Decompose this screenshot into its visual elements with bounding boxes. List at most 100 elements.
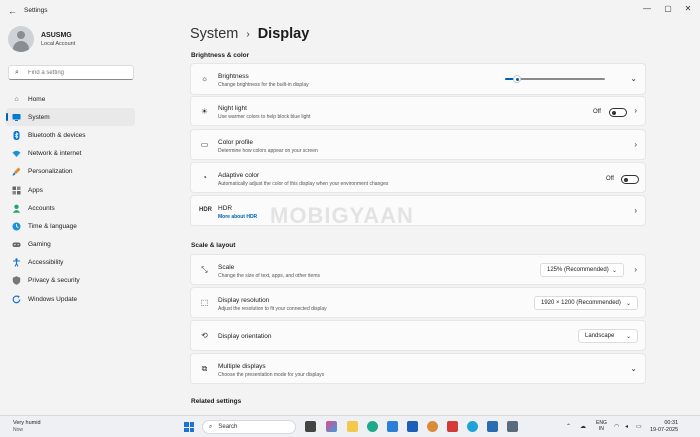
home-icon: ⌂ [14,95,19,103]
night-light-desc: Use warmer colors to help block blue lig… [218,114,311,120]
chevron-right-icon: › [246,28,250,40]
sidebar-item-home[interactable]: ⌂ Home [6,90,135,108]
sidebar-item-system[interactable]: System [6,108,135,127]
more-about-hdr-link[interactable]: More about HDR [218,214,257,220]
mcafee-icon[interactable] [447,421,458,432]
app-icon[interactable] [427,421,438,432]
settings-gear-icon[interactable] [507,421,518,432]
adaptive-color-toggle[interactable] [621,175,639,184]
sidebar-item-personalization[interactable]: Personalization [6,163,135,181]
sidebar-item-label: Network & internet [28,150,82,158]
orientation-icon: ⟲ [201,331,208,340]
file-explorer-icon[interactable] [347,421,358,432]
hdr-icon: HDR [199,207,212,213]
task-view-icon[interactable] [305,421,316,432]
weather-subtitle: Now [13,427,24,433]
taskbar-search-label: Search [218,424,238,430]
edge-icon[interactable] [367,421,378,432]
night-light-state: Off [593,109,601,115]
title-bar: ← Settings — ▢ ✕ [0,0,700,22]
orientation-dropdown[interactable]: Landscape ⌄ [578,329,638,343]
brightness-slider-thumb[interactable] [513,75,521,83]
brightness-slider[interactable] [505,75,605,83]
weather-widget[interactable]: Very humid Now [13,420,41,433]
chevron-down-icon[interactable]: ⌄ [630,364,637,373]
sidebar-item-network[interactable]: Network & internet [6,145,135,163]
sidebar-item-privacy-security[interactable]: Privacy & security [6,272,135,290]
sidebar-item-label: Accounts [28,204,55,212]
breadcrumb-system[interactable]: System [190,26,238,42]
wifi-icon[interactable]: ◠ [614,423,619,430]
scale-card[interactable]: ⤡ Scale Change the size of text, apps, a… [190,254,646,285]
resolution-dropdown[interactable]: 1920 × 1200 (Recommended) ⌄ [534,296,638,310]
multiple-displays-card[interactable]: ⧉ Multiple displays Choose the presentat… [190,353,646,384]
chevron-right-icon[interactable]: › [634,140,637,149]
resolution-icon: ⬚ [200,298,209,307]
display-orientation-title: Display orientation [218,333,272,340]
night-light-card[interactable]: ☀ Night light Use warmer colors to help … [190,96,646,126]
night-light-toggle[interactable] [609,108,627,117]
start-button[interactable] [184,422,194,432]
windows-logo-icon [184,422,189,427]
chevron-down-icon[interactable]: ⌄ [630,74,637,83]
sidebar-item-apps[interactable]: Apps [6,181,135,199]
display-orientation-card[interactable]: ⟲ Display orientation Landscape ⌄ [190,320,646,351]
shield-icon [12,276,21,286]
sun-icon: ☼ [200,74,209,83]
cloud-icon[interactable]: ☁ [580,423,586,430]
color-profile-card[interactable]: ▭ Color profile Determine how colors app… [190,129,646,160]
profile[interactable]: ASUSMG Local Account [8,26,75,52]
sidebar-item-time-language[interactable]: Time & language [6,217,135,235]
sidebar-item-windows-update[interactable]: Windows Update [6,290,135,308]
volume-icon[interactable]: ◂ [625,423,628,430]
app-icon[interactable] [487,421,498,432]
adaptive-color-icon: ◔ [202,173,207,182]
search-icon: ⌕ [209,423,213,430]
chevron-right-icon[interactable]: › [634,206,637,215]
bluetooth-icon [12,130,21,140]
multiple-displays-desc: Choose the presentation mode for your di… [218,372,325,378]
maximize-icon[interactable]: ▢ [661,4,675,13]
minimize-icon[interactable]: — [640,4,654,13]
scale-dropdown[interactable]: 125% (Recommended) ⌄ [540,263,624,277]
clock[interactable]: 00:31 19-07-2025 [650,420,678,434]
display-resolution-desc: Adjust the resolution to fit your connec… [218,306,327,312]
chevron-down-icon: ⌄ [611,268,617,274]
scale-value: 125% (Recommended) [547,267,609,273]
orientation-value: Landscape [585,333,615,339]
scale-icon: ⤡ [201,265,208,274]
sidebar-item-label: Windows Update [28,295,78,303]
find-setting-box[interactable]: ⌕ [8,65,134,80]
copilot-icon[interactable] [326,421,337,432]
sidebar-item-accounts[interactable]: Accounts [6,199,135,217]
app-icon[interactable] [407,421,418,432]
brightness-card[interactable]: ☼ Brightness Change brightness for the b… [190,63,646,95]
sidebar-item-bluetooth[interactable]: Bluetooth & devices [6,126,135,144]
adaptive-color-card[interactable]: ◔ Adaptive color Automatically adjust th… [190,162,646,193]
sidebar-item-gaming[interactable]: Gaming [6,236,135,254]
battery-icon[interactable]: ▭ [636,423,642,430]
close-icon[interactable]: ✕ [681,4,695,13]
scale-desc: Change the size of text, apps, and other… [218,273,321,279]
person-icon [12,204,21,213]
back-arrow-icon[interactable]: ← [8,6,17,16]
wifi-icon [12,149,21,158]
display-resolution-title: Display resolution [218,297,270,304]
taskbar-search[interactable]: ⌕ Search [202,420,296,434]
search-icon: ⌕ [15,68,19,76]
sidebar-item-accessibility[interactable]: Accessibility [6,254,135,272]
chevron-up-icon[interactable]: ⌃ [566,423,571,430]
language-indicator[interactable]: ENG IN [596,420,607,432]
display-resolution-card[interactable]: ⬚ Display resolution Adjust the resoluti… [190,287,646,318]
find-setting-input[interactable] [28,69,128,76]
gamepad-icon [12,240,21,249]
app-icon[interactable] [467,421,478,432]
taskbar: Very humid Now ⌕ Search ⌃ ☁ ENG IN ◠ ◂ ▭… [0,415,700,437]
language-region: IN [598,426,604,432]
chevron-right-icon[interactable]: › [634,265,637,274]
hdr-card[interactable]: HDR HDR More about HDR › [190,195,646,226]
chevron-down-icon: ⌄ [625,301,631,307]
color-profile-icon: ▭ [200,140,209,149]
store-icon[interactable] [387,421,398,432]
chevron-right-icon[interactable]: › [634,106,637,115]
